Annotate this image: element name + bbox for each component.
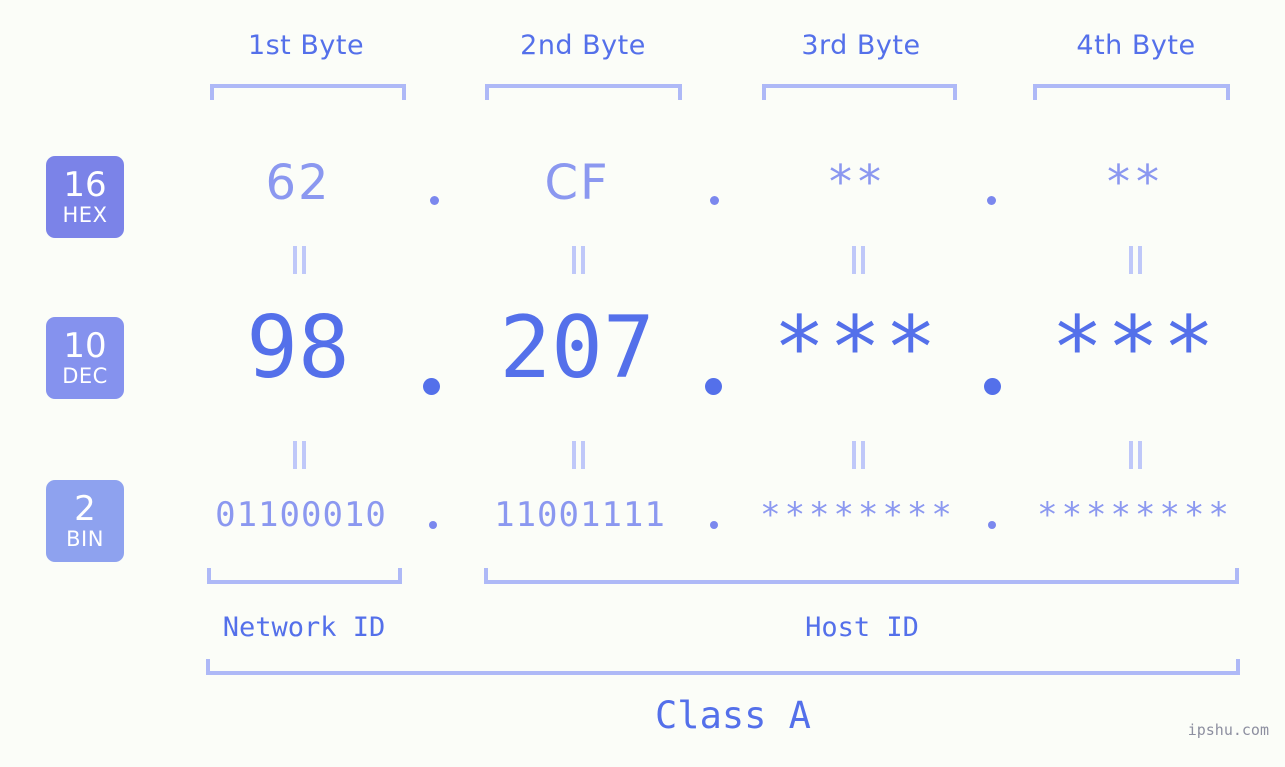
bin-separator-2 <box>710 521 718 529</box>
dec-byte-3: *** <box>773 298 941 398</box>
base-badge-hex: 16 HEX <box>46 156 124 238</box>
host-id-label: Host ID <box>805 612 919 643</box>
dec-byte-1: 98 <box>246 298 350 398</box>
byte-header-2: 2nd Byte <box>520 30 646 61</box>
equals-connector-hex-dec-2 <box>571 246 588 274</box>
base-badge-dec: 10 DEC <box>46 317 124 399</box>
byte-bracket-2 <box>485 84 682 100</box>
bin-byte-4: ******** <box>1037 495 1233 535</box>
bin-byte-3: ******** <box>760 495 956 535</box>
hex-byte-2: CF <box>544 155 610 211</box>
base-badge-bin-radix: 2 <box>74 489 96 529</box>
bin-separator-3 <box>988 521 996 529</box>
equals-connector-dec-bin-1 <box>292 441 309 469</box>
bin-byte-1: 01100010 <box>215 495 387 535</box>
bin-byte-2: 11001111 <box>494 495 666 535</box>
base-badge-hex-name: HEX <box>62 203 108 227</box>
equals-connector-hex-dec-4 <box>1128 246 1145 274</box>
hex-separator-1 <box>430 196 439 205</box>
dec-separator-3 <box>984 378 1001 395</box>
byte-bracket-4 <box>1033 84 1230 100</box>
hex-byte-4: ** <box>1107 155 1165 209</box>
equals-connector-dec-bin-2 <box>571 441 588 469</box>
equals-connector-dec-bin-3 <box>851 441 868 469</box>
hex-byte-1: 62 <box>265 155 331 211</box>
class-label: Class A <box>655 694 811 737</box>
base-badge-dec-name: DEC <box>62 364 108 388</box>
byte-header-1: 1st Byte <box>247 30 365 61</box>
equals-connector-hex-dec-3 <box>851 246 868 274</box>
base-badge-bin: 2 BIN <box>46 480 124 562</box>
ip-breakdown-diagram: 1st Byte 2nd Byte 3rd Byte 4th Byte 16 H… <box>0 0 1285 767</box>
dec-byte-4: *** <box>1051 298 1219 398</box>
bin-separator-1 <box>429 521 437 529</box>
byte-bracket-1 <box>210 84 406 100</box>
equals-connector-dec-bin-4 <box>1128 441 1145 469</box>
host-id-bracket <box>484 568 1239 584</box>
byte-bracket-3 <box>762 84 957 100</box>
site-watermark: ipshu.com <box>1187 721 1269 739</box>
equals-connector-hex-dec-1 <box>292 246 309 274</box>
network-id-bracket <box>207 568 402 584</box>
dec-byte-2: 207 <box>499 298 655 398</box>
network-id-label: Network ID <box>222 612 386 643</box>
base-badge-bin-name: BIN <box>66 527 104 551</box>
hex-separator-2 <box>710 196 719 205</box>
byte-header-3: 3rd Byte <box>801 30 921 61</box>
base-badge-hex-radix: 16 <box>63 165 107 205</box>
hex-byte-3: ** <box>829 155 887 209</box>
dec-separator-2 <box>705 378 722 395</box>
dec-separator-1 <box>423 378 440 395</box>
base-badge-dec-radix: 10 <box>63 326 107 366</box>
byte-header-4: 4th Byte <box>1076 30 1196 61</box>
class-bracket <box>206 659 1240 675</box>
hex-separator-3 <box>987 196 996 205</box>
